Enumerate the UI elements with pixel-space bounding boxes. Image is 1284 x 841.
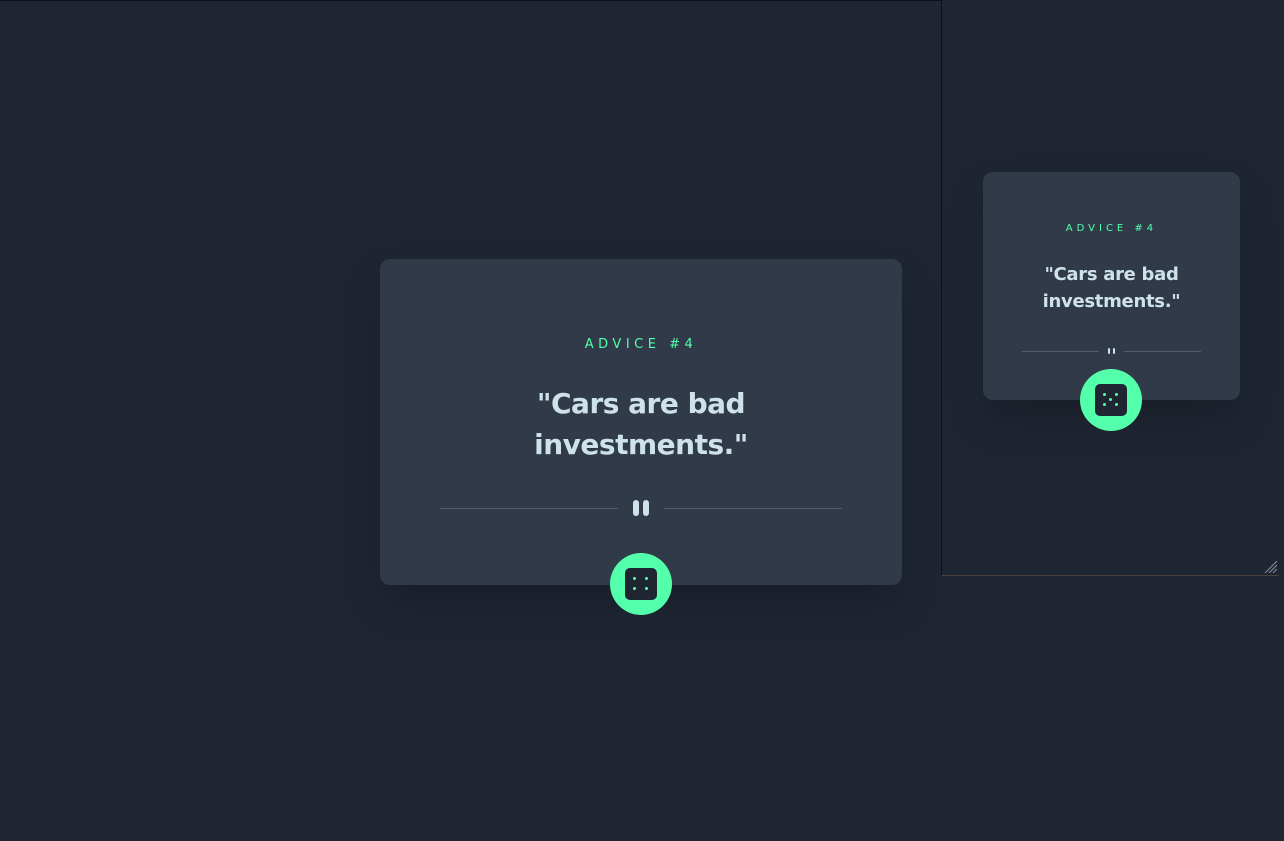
divider-line-left <box>1022 350 1099 352</box>
divider <box>440 500 842 516</box>
advice-id-label-preview: ADVICE #4 <box>1065 223 1158 234</box>
divider-preview <box>1022 347 1201 355</box>
resize-handle-icon[interactable] <box>1263 559 1277 573</box>
advice-card-preview: ADVICE #4 "Cars are bad investments." <box>983 172 1240 400</box>
divider-line-right <box>1124 350 1201 352</box>
generate-advice-button[interactable] <box>610 553 672 615</box>
divider-line-right <box>664 507 842 509</box>
divider-line-left <box>440 507 618 509</box>
dice-icon <box>625 568 657 600</box>
advice-quote-preview: "Cars are bad investments." <box>1042 264 1181 312</box>
dice-icon <box>1095 384 1127 416</box>
pause-icon <box>1108 348 1115 354</box>
mobile-preview-pane: ADVICE #4 "Cars are bad investments." <box>941 0 1279 576</box>
generate-advice-button-preview[interactable] <box>1080 369 1142 431</box>
advice-card: ADVICE #4 "Cars are bad investments." <box>380 259 902 585</box>
page: ADVICE #4 "Cars are bad investments." AD… <box>0 0 1284 841</box>
pause-icon <box>633 500 649 516</box>
advice-id-label: ADVICE #4 <box>584 337 698 352</box>
advice-quote: "Cars are bad investments." <box>534 387 748 461</box>
top-border <box>0 0 941 1</box>
